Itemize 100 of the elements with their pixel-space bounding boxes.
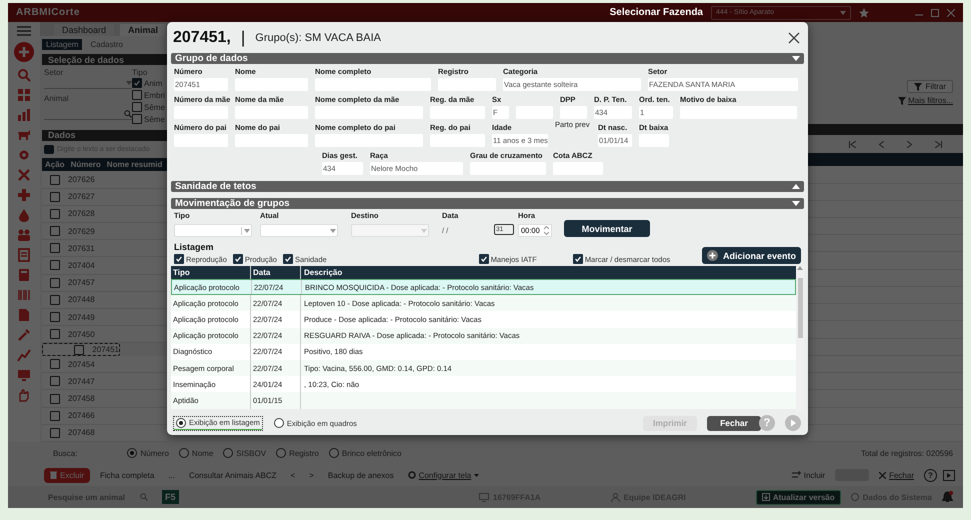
checkbox[interactable] (50, 174, 60, 185)
filter-button[interactable]: Filtrar (906, 80, 953, 93)
current-dropdown[interactable] (260, 224, 338, 237)
checkbox[interactable] (174, 254, 184, 264)
table-row[interactable]: 207450 (42, 326, 167, 344)
help-button[interactable]: ? (759, 415, 775, 431)
radio-button[interactable] (223, 448, 234, 458)
radio-button[interactable] (178, 448, 189, 458)
toolbar-button[interactable]: Consultar Animais ABCZ (184, 468, 281, 482)
scroll-up-icon[interactable] (797, 266, 803, 270)
checkbox[interactable] (50, 294, 60, 305)
table-row[interactable] (808, 166, 963, 184)
table-row[interactable] (808, 286, 963, 304)
chart-icon[interactable] (17, 348, 31, 362)
table-row[interactable] (808, 408, 963, 425)
tab[interactable]: Dashboard (54, 24, 114, 36)
plus-icon[interactable] (17, 188, 31, 202)
play-icon[interactable] (785, 415, 801, 431)
next-page-icon[interactable] (906, 140, 912, 148)
checkbox[interactable] (132, 114, 142, 124)
toolbar-button[interactable]: > (305, 468, 318, 482)
toolbar-button[interactable]: Ficha completa (96, 468, 158, 482)
calculator-icon[interactable] (17, 268, 31, 282)
table-row[interactable]: 207628 (42, 206, 167, 223)
table-row[interactable]: 207448 (42, 292, 167, 309)
table-row[interactable]: 207447 (42, 373, 167, 390)
table-row[interactable]: 207631 (42, 240, 167, 258)
checkbox[interactable] (132, 102, 142, 112)
checkbox[interactable] (232, 254, 243, 264)
wrench-icon[interactable] (17, 328, 31, 342)
checkbox[interactable] (50, 428, 60, 438)
delete-button[interactable]: Excluir (44, 468, 90, 482)
close-button[interactable]: Fechar (875, 468, 918, 482)
maximize-icon[interactable] (931, 8, 939, 16)
table-row[interactable]: 207466 (42, 408, 167, 425)
checkbox[interactable] (50, 260, 60, 270)
toolbar-button[interactable]: Backup de anexos (324, 468, 398, 482)
table-row[interactable]: 207451 (42, 343, 120, 356)
radio-button[interactable] (274, 418, 284, 428)
table-row[interactable]: 207626 (42, 171, 167, 189)
table-row[interactable] (808, 270, 963, 287)
tab[interactable]: Listagem (42, 38, 82, 50)
checkbox[interactable] (50, 278, 60, 288)
barcode-icon[interactable] (17, 288, 31, 302)
cow-icon[interactable] (17, 128, 31, 142)
hand-icon[interactable] (17, 388, 31, 402)
configure-button[interactable]: Configurar tela (404, 468, 484, 482)
radio-button[interactable] (176, 418, 186, 428)
section-header[interactable]: Movimentação de grupos (171, 198, 804, 209)
table-row[interactable] (808, 390, 963, 408)
table-row[interactable]: 207458 (42, 390, 167, 408)
spinner-icon[interactable] (544, 226, 549, 235)
table-row[interactable] (808, 235, 963, 252)
table-row[interactable]: 207468 (42, 424, 167, 442)
bell-icon[interactable] (942, 491, 953, 503)
document-icon[interactable] (17, 308, 31, 322)
help-button[interactable]: ? (924, 468, 937, 482)
bars-icon[interactable] (17, 108, 31, 122)
monitor-icon[interactable] (17, 368, 31, 382)
close-icon[interactable] (786, 30, 802, 46)
checkbox[interactable] (50, 312, 60, 322)
checkbox[interactable] (50, 192, 60, 202)
table-row[interactable] (808, 338, 963, 356)
type-dropdown[interactable] (174, 224, 252, 237)
checkbox[interactable] (50, 359, 60, 370)
checkbox[interactable] (50, 208, 60, 219)
more-filters-link[interactable]: Mais filtros... (898, 96, 953, 105)
checkbox[interactable] (572, 254, 583, 264)
section-header[interactable]: Grupo de dados (171, 53, 804, 64)
notepad-icon[interactable] (17, 248, 31, 262)
setor-dropdown[interactable] (44, 78, 132, 90)
highlight-toggle[interactable] (44, 144, 54, 154)
checkbox[interactable] (50, 376, 60, 386)
toolbar-button[interactable]: ... (164, 468, 179, 482)
table-row[interactable] (808, 356, 963, 374)
grid-icon[interactable] (17, 88, 31, 102)
table-row[interactable]: 207457 (42, 274, 167, 292)
section-header[interactable]: Sanidade de tetos (171, 181, 804, 192)
table-row[interactable] (808, 218, 963, 236)
table-row[interactable] (808, 184, 963, 201)
table-row[interactable]: 207449 (42, 308, 167, 326)
radio-button[interactable] (276, 448, 286, 458)
last-page-icon[interactable] (934, 140, 942, 148)
tab[interactable]: Animal (120, 24, 166, 36)
table-row[interactable]: 207454 (42, 356, 167, 374)
checkbox[interactable] (50, 410, 60, 421)
toolbar-button[interactable]: < (286, 468, 300, 482)
menu-icon[interactable] (17, 26, 31, 36)
star-icon[interactable] (859, 8, 869, 18)
animal-field[interactable] (44, 108, 132, 120)
checkbox[interactable] (74, 344, 84, 355)
checkbox[interactable] (50, 243, 60, 254)
checkbox[interactable] (478, 254, 489, 264)
radio-button[interactable] (328, 448, 339, 458)
table-row[interactable] (808, 252, 963, 270)
move-button[interactable]: Movimentar (564, 220, 650, 237)
tab[interactable]: Cadastro (86, 38, 127, 50)
checkbox[interactable] (50, 226, 60, 236)
checkbox[interactable] (50, 394, 60, 404)
add-event-button[interactable]: Adicionar evento (702, 247, 801, 264)
